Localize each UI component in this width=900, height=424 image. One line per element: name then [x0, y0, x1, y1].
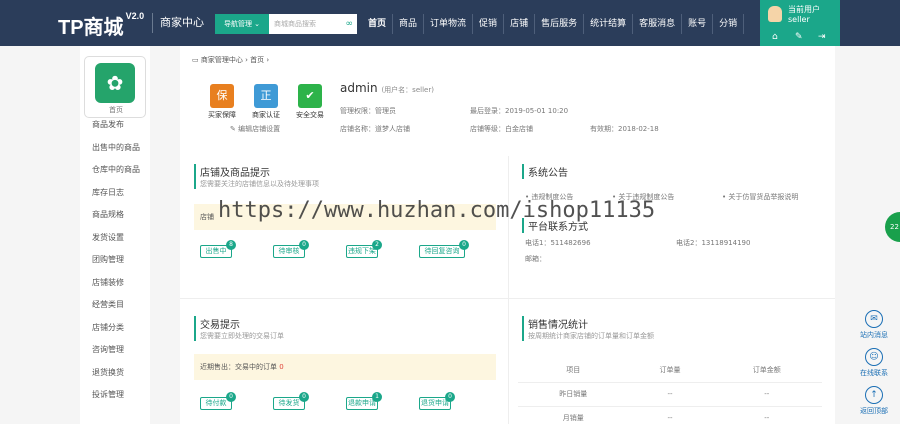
nav-orders[interactable]: 订单物流: [424, 14, 474, 34]
sidebar-item[interactable]: 出售中的商品: [92, 137, 140, 160]
badges: 保买家保障 正商家认证 ✔ 安全交易: [200, 84, 332, 120]
logo[interactable]: TP商城V2.0: [58, 11, 144, 40]
online-contact-button[interactable]: ☺ 在线联系: [848, 348, 900, 386]
return-button[interactable]: 退货申请 0: [419, 392, 455, 410]
sidebar: ✿ 首页 商品发布 出售中的商品 仓库中的商品 库存日志 商品规格 发货设置 团购…: [80, 46, 150, 424]
search-input[interactable]: 商城商品搜索 ∞: [269, 14, 357, 34]
sidebar-item[interactable]: 库存日志: [92, 182, 140, 205]
refund-button[interactable]: 退款申请 1: [346, 392, 382, 410]
announce-title: 系统公告: [522, 164, 568, 179]
pending-review-button[interactable]: 待审核 0: [273, 240, 309, 258]
crumb-merchant[interactable]: 商家管理中心: [201, 56, 243, 64]
nav-aftersale[interactable]: 售后服务: [535, 14, 585, 34]
admin-title: admin (用户名：seller): [340, 81, 434, 95]
nav-home[interactable]: 首页: [362, 14, 394, 34]
sidebar-item[interactable]: 退货换货: [92, 362, 140, 385]
unpaid-button[interactable]: 待付款 0: [200, 392, 236, 410]
phone1: 电话1：511482696: [525, 239, 591, 247]
nav-account[interactable]: 账号: [682, 14, 714, 34]
sidebar-item[interactable]: 商品发布: [92, 114, 140, 137]
shield-check-icon: ✔: [298, 84, 322, 108]
sidebar-item[interactable]: 店铺分类: [92, 317, 140, 340]
sidebar-item[interactable]: 商品规格: [92, 204, 140, 227]
main-content: ▭ 商家管理中心 › 首页 › 保买家保障 正商家认证 ✔ 安全交易 ✎ 编辑店铺…: [180, 46, 835, 424]
crumb-home[interactable]: 首页: [250, 56, 264, 64]
logout-icon[interactable]: ⇥: [818, 32, 826, 42]
sidebar-item[interactable]: 经营类目: [92, 294, 140, 317]
to-ship-button[interactable]: 待发货 0: [273, 392, 309, 410]
badge-safe-trade: ✔ 安全交易: [288, 84, 332, 120]
store-tips-title: 店铺及商品提示 您需要关注的店铺信息以及待处理事项: [194, 164, 319, 189]
floating-ball[interactable]: 22: [885, 212, 900, 242]
last-login: 最后登录：2019-05-01 10:20: [470, 107, 569, 115]
chat-icon: ☺: [865, 348, 883, 366]
badge-buyer-guarantee: 保买家保障: [200, 84, 244, 120]
sidebar-item[interactable]: 发货设置: [92, 227, 140, 250]
cert-icon: 正: [254, 84, 278, 108]
sidebar-item[interactable]: 仓库中的商品: [92, 159, 140, 182]
flower-icon: ✿: [95, 63, 135, 103]
sidebar-item[interactable]: 投诉管理: [92, 384, 140, 407]
binoculars-icon[interactable]: ∞: [346, 14, 354, 34]
watermark-text: https://www.huzhan.com/ishop11135: [218, 198, 656, 223]
top-bar: TP商城V2.0 商家中心 导航管理 ⌄ 商城商品搜索 ∞ 首页 商品 订单物流 …: [0, 0, 900, 46]
violation-button[interactable]: 违规下架 2: [346, 240, 382, 258]
perm-info: 管理权限：管理员: [340, 107, 396, 115]
consult-button[interactable]: 待回复咨询 0: [419, 240, 469, 258]
nav-stats[interactable]: 统计结算: [584, 14, 634, 34]
mail-icon: ✉: [865, 310, 883, 328]
user-box: 当前用户 seller ⌂ ✎ ⇥: [760, 0, 840, 46]
nav-service[interactable]: 客服消息: [633, 14, 683, 34]
sidebar-item[interactable]: 咨询管理: [92, 339, 140, 362]
nav-distribution[interactable]: 分销: [713, 14, 745, 34]
sales-sub: 按周期统计商家店铺的订单量和订单金额: [528, 332, 654, 340]
store-name: 店铺名称：道梦人店铺: [340, 125, 410, 133]
sales-table: 项目 订单量 订单金额 昨日销量 -- -- 月销量 -- --: [518, 358, 822, 424]
valid-until: 有效期：2018-02-18: [590, 125, 659, 133]
table-row: 月销量 -- --: [518, 406, 822, 424]
home-icon[interactable]: ⌂: [772, 32, 778, 42]
phone2: 电话2：13118914190: [676, 239, 751, 247]
sidebar-item[interactable]: 店铺装修: [92, 272, 140, 295]
sidebar-item[interactable]: 团购管理: [92, 249, 140, 272]
table-row: 项目 订单量 订单金额: [518, 358, 822, 383]
merchant-center-label: 商家中心: [152, 13, 204, 33]
nav-manage-dropdown[interactable]: 导航管理 ⌄: [215, 14, 269, 34]
site-message-button[interactable]: ✉ 站内消息: [848, 310, 900, 348]
trade-notice: 近期售出：交易中的订单 0: [194, 354, 496, 380]
store-tips-sub: 您需要关注的店铺信息以及待处理事项: [200, 180, 319, 188]
sales-title: 销售情况统计 按周期统计商家店铺的订单量和订单金额: [522, 316, 654, 341]
current-user-label: 当前用户: [788, 5, 820, 14]
guarantee-icon: 保: [210, 84, 234, 108]
onsale-button[interactable]: 出售中 8: [200, 240, 236, 258]
back-to-top-button[interactable]: ↑ 返回顶部: [848, 386, 900, 424]
table-row: 昨日销量 -- --: [518, 382, 822, 407]
wrench-icon[interactable]: ✎: [795, 32, 803, 42]
right-widgets: ✉ 站内消息 ☺ 在线联系 ↑ 返回顶部: [848, 310, 900, 424]
breadcrumb: ▭ 商家管理中心 › 首页 ›: [192, 56, 270, 64]
avatar: [768, 6, 782, 22]
badge-merchant-cert: 正商家认证: [244, 84, 288, 120]
trade-title: 交易提示 您需要立即处理的交易订单: [194, 316, 284, 341]
trade-sub: 您需要立即处理的交易订单: [200, 332, 284, 340]
store-level: 店铺等级：白金店铺: [470, 125, 533, 133]
up-arrow-icon: ↑: [865, 386, 883, 404]
announce-item[interactable]: • 关于仿冒货品举报说明: [722, 192, 798, 202]
edit-store-link[interactable]: ✎ 编辑店铺设置: [230, 124, 280, 134]
nav-promo[interactable]: 促销: [473, 14, 505, 34]
nav-store[interactable]: 店铺: [504, 14, 536, 34]
user-name: seller: [788, 15, 810, 24]
nav-goods[interactable]: 商品: [393, 14, 425, 34]
email: 邮箱：: [525, 255, 546, 263]
divider: [508, 156, 509, 424]
main-nav: 首页 商品 订单物流 促销 店铺 售后服务 统计结算 客服消息 账号 分销: [362, 14, 745, 34]
store-logo[interactable]: ✿ 首页: [84, 56, 146, 118]
